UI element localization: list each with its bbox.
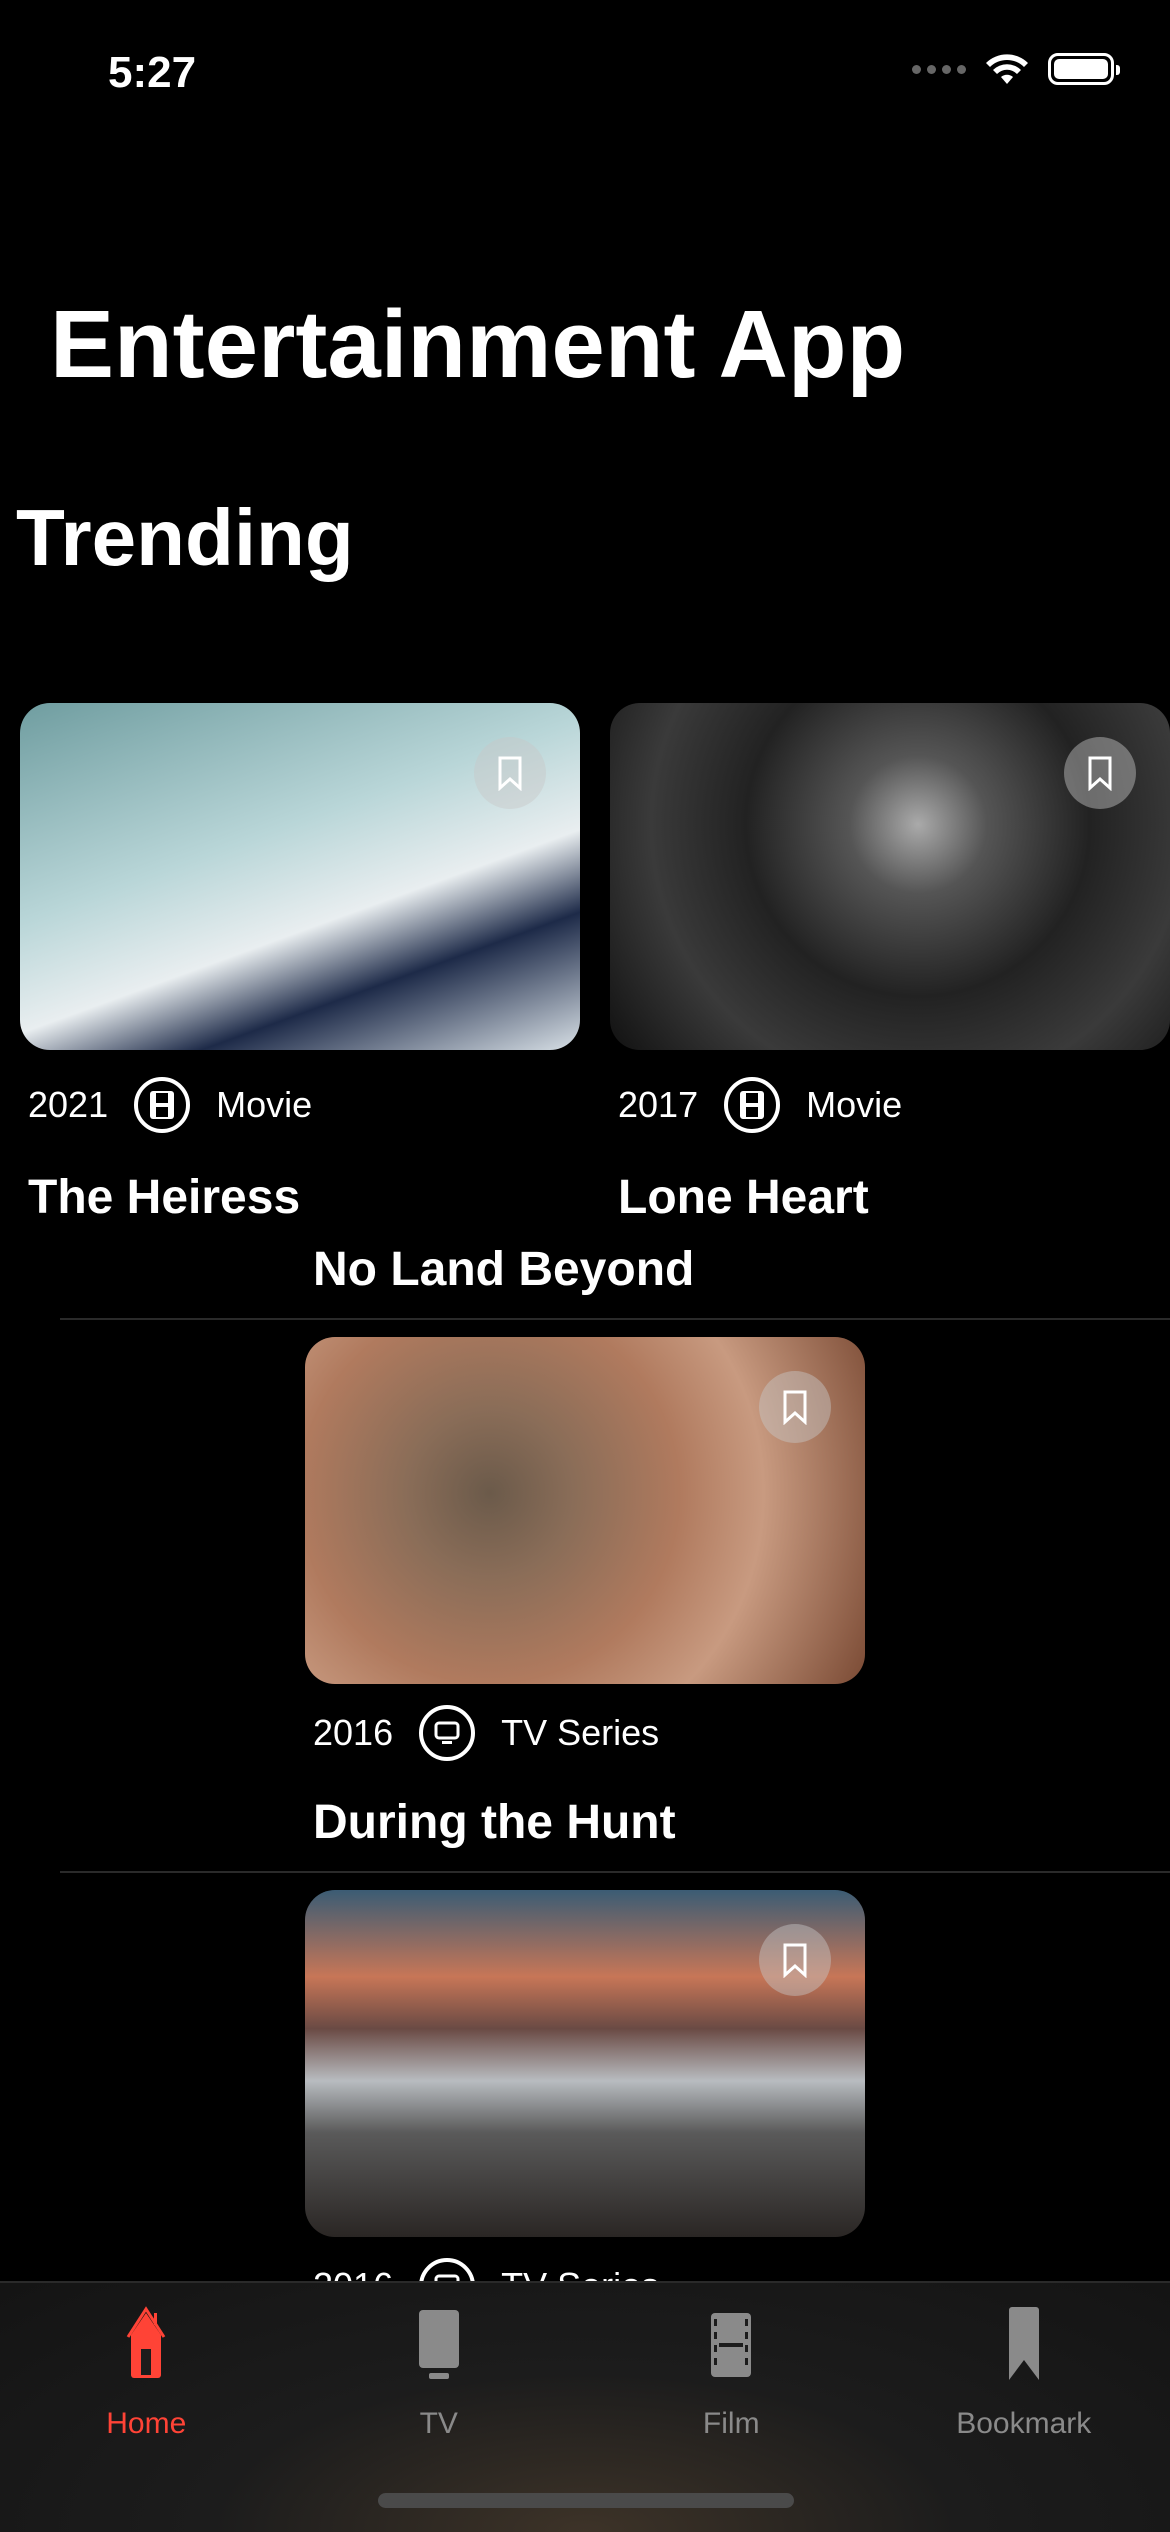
list-item-image[interactable] — [305, 1890, 865, 2237]
year: 2017 — [618, 1084, 699, 1125]
year: 2016 — [313, 1712, 394, 1753]
media-type: Movie — [806, 1084, 903, 1125]
status-time: 5:27 — [108, 48, 197, 97]
bookmark-icon — [783, 1943, 807, 1978]
divider — [60, 1318, 1170, 1320]
tab-label: TV — [419, 2407, 458, 2440]
year: 2021 — [28, 1084, 109, 1125]
tab-label: Film — [702, 2407, 760, 2440]
card-meta: 2017 Movie — [618, 1077, 902, 1133]
bookmark-icon — [498, 756, 522, 791]
bookmark-icon — [1008, 2307, 1039, 2380]
card-meta: 2021 Movie — [28, 1077, 312, 1133]
film-icon — [724, 1077, 781, 1133]
wifi-icon — [986, 54, 1028, 84]
bookmark-button[interactable] — [759, 1924, 831, 1996]
media-type: TV Series — [501, 1712, 660, 1753]
bookmark-button[interactable] — [474, 737, 546, 809]
film-icon — [711, 2313, 752, 2377]
status-icons — [912, 52, 1120, 86]
card-title[interactable]: Lone Heart — [618, 1170, 869, 1225]
trending-card-image[interactable] — [610, 703, 1170, 1050]
bookmark-icon — [1088, 756, 1112, 791]
home-indicator — [378, 2493, 794, 2508]
list-item-title[interactable]: During the Hunt — [313, 1795, 676, 1850]
list-item-meta: 2016 TV Series — [313, 1705, 659, 1761]
media-type: Movie — [216, 1084, 313, 1125]
app-title: Entertainment App — [50, 291, 906, 398]
signal-icon — [912, 64, 966, 74]
film-icon — [134, 1077, 191, 1133]
tab-label: Bookmark — [956, 2407, 1092, 2440]
home-icon — [126, 2306, 166, 2378]
list-item-title[interactable]: No Land Beyond — [313, 1242, 694, 1297]
trending-card-image[interactable] — [20, 703, 580, 1050]
bookmark-icon — [783, 1390, 807, 1425]
tab-label: Home — [106, 2407, 187, 2440]
tab-home[interactable]: Home — [0, 2283, 293, 2532]
battery-icon — [1048, 53, 1120, 85]
divider — [60, 1871, 1170, 1873]
bookmark-button[interactable] — [759, 1371, 831, 1443]
card-title[interactable]: The Heiress — [28, 1170, 300, 1225]
list-item-image[interactable] — [305, 1337, 865, 1684]
bookmark-button[interactable] — [1064, 737, 1136, 809]
tv-icon — [419, 1705, 476, 1761]
tab-bookmark[interactable]: Bookmark — [878, 2283, 1170, 2532]
tv-icon — [418, 2310, 459, 2379]
section-title-trending: Trending — [16, 493, 354, 582]
